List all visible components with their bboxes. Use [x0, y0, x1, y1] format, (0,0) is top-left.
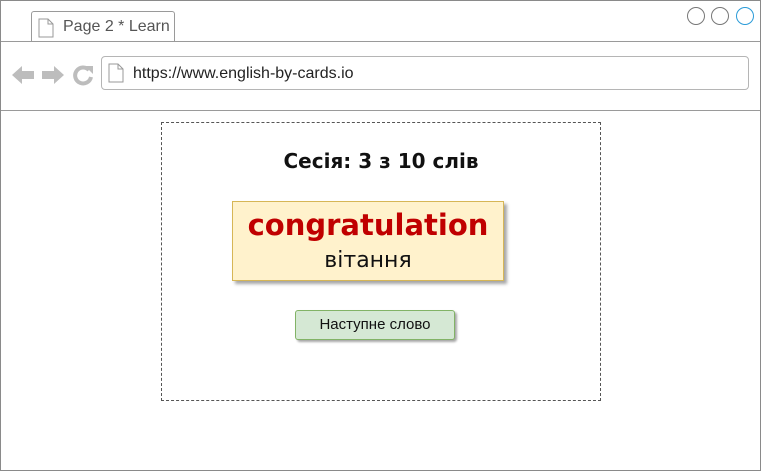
session-progress: Сесія: 3 з 10 слів — [283, 149, 479, 173]
document-icon — [38, 18, 54, 38]
navigation-bar: https://www.english-by-cards.io — [1, 42, 760, 111]
page-content: Сесія: 3 з 10 слів congratulation вітанн… — [1, 111, 760, 470]
address-bar[interactable]: https://www.english-by-cards.io — [101, 56, 749, 90]
document-icon — [108, 63, 124, 83]
tab-label: Page 2 * Learn — [63, 18, 170, 35]
tab-bar: Page 2 * Learn — [1, 1, 760, 42]
tab-page-2[interactable]: Page 2 * Learn — [31, 11, 175, 41]
word-card: congratulation вітання — [232, 201, 504, 281]
maximize-icon[interactable] — [711, 7, 729, 25]
close-icon[interactable] — [736, 7, 754, 25]
forward-arrow-icon[interactable] — [41, 64, 65, 86]
reload-icon[interactable] — [72, 64, 94, 86]
browser-window: Page 2 * Learn https://www.english-by-ca… — [0, 0, 761, 471]
card-translation: вітання — [324, 248, 412, 273]
back-arrow-icon[interactable] — [11, 64, 35, 86]
minimize-icon[interactable] — [687, 7, 705, 25]
learning-panel: Сесія: 3 з 10 слів congratulation вітанн… — [161, 122, 601, 401]
card-word: congratulation — [247, 208, 489, 242]
url-text: https://www.english-by-cards.io — [133, 65, 354, 82]
next-word-button[interactable]: Наступне слово — [295, 310, 455, 340]
